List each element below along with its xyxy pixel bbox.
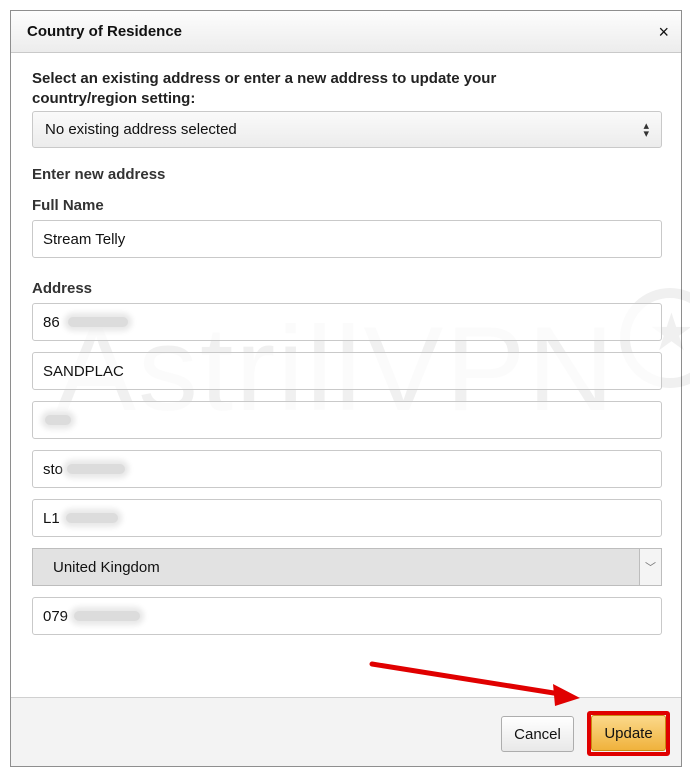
address-line-4-field[interactable]: sto: [32, 450, 662, 488]
address-line-4-value: sto: [43, 460, 64, 478]
address-line-2-field[interactable]: SANDPLAC: [32, 352, 662, 390]
existing-address-select[interactable]: No existing address selected ▴ ▾: [32, 111, 662, 148]
dialog-body: AstrillVPN★ Select an existing address o…: [11, 53, 690, 635]
address-label: Address: [32, 280, 93, 297]
country-select[interactable]: United Kingdom ﹀: [32, 548, 662, 586]
redacted-text: [74, 611, 141, 621]
dialog-title: Country of Residence: [27, 23, 183, 40]
address-line-1-field[interactable]: 86: [32, 303, 662, 341]
phone-value: 079: [43, 607, 69, 625]
select-updown-icon: ▴ ▾: [643, 119, 649, 140]
redacted-text: [45, 415, 71, 425]
address-line-2-value: SANDPLAC: [43, 362, 124, 380]
dialog-footer: Cancel Update: [11, 697, 681, 766]
full-name-field[interactable]: Stream Telly: [32, 220, 662, 258]
existing-address-value: No existing address selected: [45, 121, 237, 138]
address-line-5-field[interactable]: L1: [32, 499, 662, 537]
address-line-5-value: L1: [43, 509, 60, 527]
new-address-heading: Enter new address: [32, 166, 166, 183]
redacted-text: [67, 317, 128, 327]
address-line-3-field[interactable]: [32, 401, 662, 439]
full-name-value: Stream Telly: [43, 230, 126, 248]
redacted-text: [65, 513, 118, 523]
dialog-titlebar: Country of Residence ×: [11, 11, 681, 53]
redacted-text: [67, 464, 126, 474]
update-button[interactable]: Update: [591, 715, 666, 751]
address-prompt: Select an existing address or enter a ne…: [32, 70, 497, 107]
country-of-residence-dialog: Country of Residence × AstrillVPN★ Selec…: [10, 10, 690, 767]
full-name-label: Full Name: [32, 197, 104, 214]
phone-field[interactable]: 079: [32, 597, 662, 635]
cancel-button[interactable]: Cancel: [501, 716, 574, 752]
country-value: United Kingdom: [53, 558, 160, 576]
address-line-1-value: 86: [43, 313, 60, 331]
close-icon[interactable]: ×: [658, 23, 669, 41]
chevron-down-icon[interactable]: ﹀: [639, 549, 661, 585]
